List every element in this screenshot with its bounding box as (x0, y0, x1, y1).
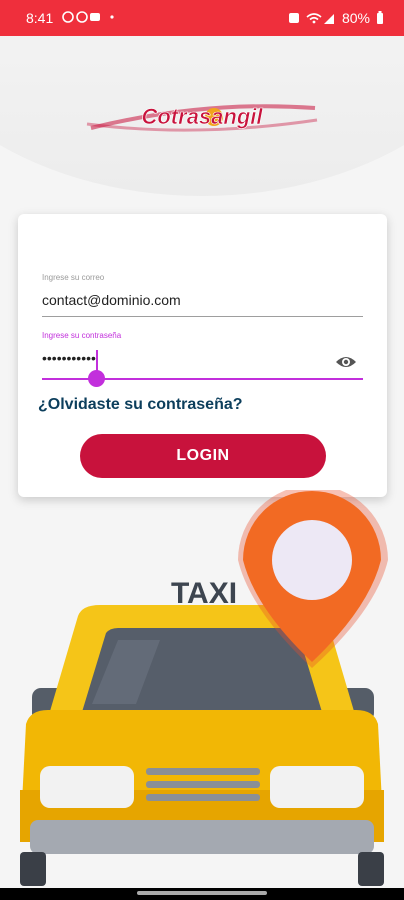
login-button[interactable]: LOGIN (80, 434, 326, 478)
taxi-illustration: TAXI (20, 490, 388, 886)
password-field[interactable]: ••••••••••• (42, 350, 363, 387)
alarm-icon (288, 13, 299, 23)
battery-icon (377, 11, 383, 24)
login-card: Ingrese su correo contact@dominio.com In… (18, 214, 387, 497)
forgot-password-link[interactable]: ¿Olvidaste su contraseña? (38, 396, 243, 414)
battery-percentage: 80% (341, 10, 370, 26)
grille-bar (146, 781, 260, 788)
app-logo: Cotrasangil (86, 104, 318, 132)
home-gesture-handle[interactable] (137, 891, 267, 895)
show-password-eye-icon[interactable] (335, 354, 357, 370)
front-bumper (30, 820, 374, 854)
left-headlight (40, 766, 134, 808)
app-logo-text: Cotrasangil (141, 104, 263, 129)
notification-icons-svg (62, 11, 114, 23)
status-time: 8:41 (26, 10, 54, 26)
wifi-signal-icon (306, 13, 334, 24)
cursor-handle[interactable] (88, 370, 105, 387)
right-wheel (358, 852, 384, 886)
password-label: Ingrese su contraseña (42, 331, 122, 340)
grille-bar (146, 768, 260, 775)
system-navigation-bar (0, 888, 404, 900)
right-headlight (270, 766, 364, 808)
status-bar: 8:41 80% (0, 0, 404, 36)
email-field[interactable]: contact@dominio.com (42, 292, 363, 317)
email-label: Ingrese su correo (42, 273, 105, 282)
left-wheel (20, 852, 46, 886)
email-value: contact@dominio.com (42, 292, 181, 308)
password-value: ••••••••••• (42, 350, 96, 366)
grille-bar (146, 794, 260, 801)
notification-icons (60, 10, 118, 27)
